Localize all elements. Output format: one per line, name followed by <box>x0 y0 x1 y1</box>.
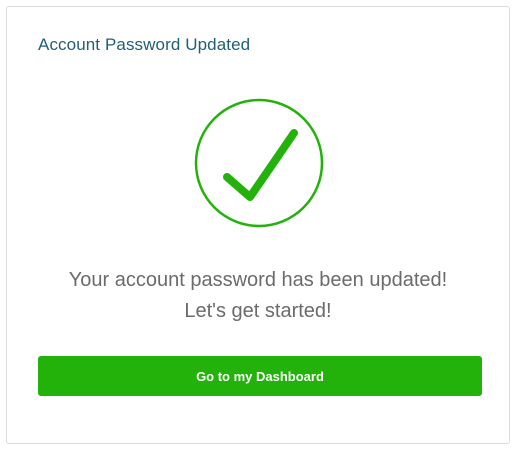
confirmation-message: Your account password has been updated! … <box>7 265 509 327</box>
password-updated-card: Account Password Updated Your account pa… <box>6 6 510 444</box>
success-checkmark-icon <box>193 97 325 229</box>
message-line-2: Let's get started! <box>184 300 332 322</box>
card-title: Account Password Updated <box>38 35 251 54</box>
go-to-dashboard-button[interactable]: Go to my Dashboard <box>38 356 482 396</box>
message-line-1: Your account password has been updated! <box>68 269 448 291</box>
